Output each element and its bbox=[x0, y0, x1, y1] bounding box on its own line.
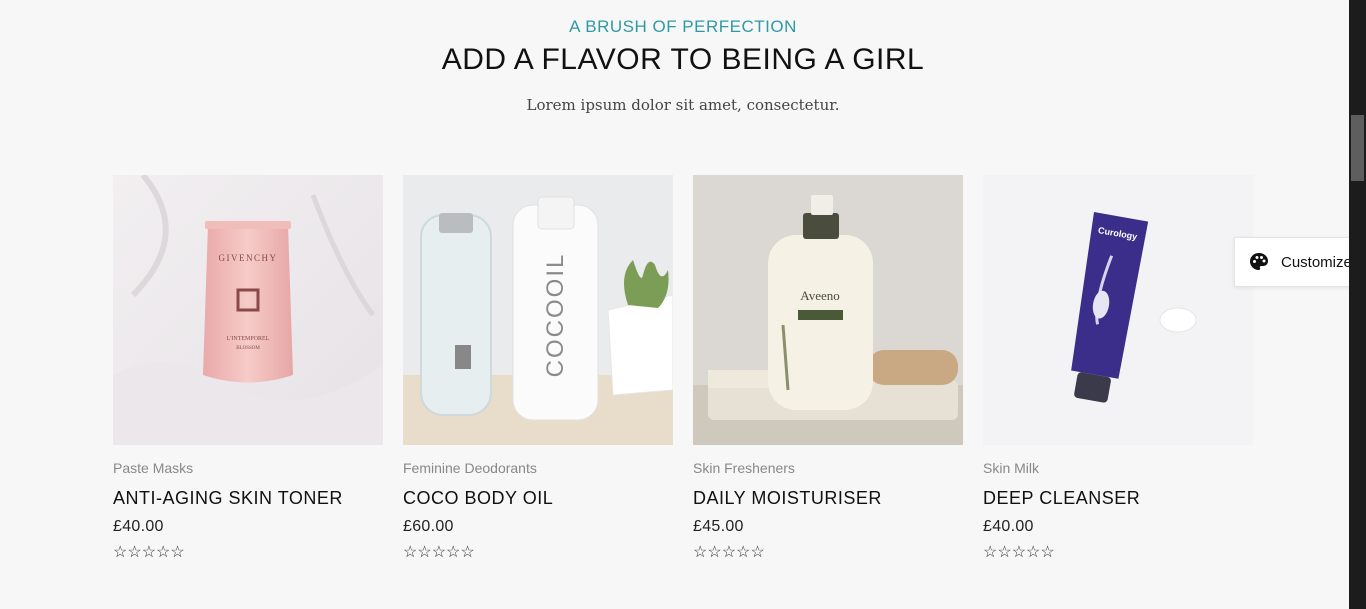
product-card[interactable]: GIVENCHY L'INTEMPOREL BLOSSOM Paste Mask… bbox=[113, 175, 383, 562]
product-title[interactable]: ANTI-AGING SKIN TONER bbox=[113, 488, 383, 509]
product-image[interactable]: GIVENCHY L'INTEMPOREL BLOSSOM bbox=[113, 175, 383, 445]
product-image-brand: Aveeno bbox=[800, 288, 839, 303]
section-heading: ADD A FLAVOR TO BEING A GIRL bbox=[441, 43, 925, 76]
product-title[interactable]: DEEP CLEANSER bbox=[983, 488, 1253, 509]
rating-stars-icon: ☆☆☆☆☆ bbox=[983, 544, 1055, 561]
product-card[interactable]: Aveeno Skin Fresheners DAILY MOISTURISER… bbox=[693, 175, 963, 562]
product-price: £40.00 bbox=[113, 518, 164, 535]
product-category[interactable]: Paste Masks bbox=[113, 460, 383, 476]
product-card[interactable]: Curology Skin Milk DEEP CLEANSER £40.00 … bbox=[983, 175, 1253, 562]
palette-icon bbox=[1250, 253, 1268, 270]
section-subtitle: Lorem ipsum dolor sit amet, consectetur. bbox=[526, 96, 840, 114]
rating-stars-icon: ☆☆☆☆☆ bbox=[113, 544, 185, 561]
scrollbar-thumb[interactable] bbox=[1351, 115, 1364, 181]
product-image-brand: GIVENCHY bbox=[219, 253, 278, 263]
customize-button[interactable]: Customize bbox=[1234, 237, 1366, 287]
section-eyebrow: A BRUSH OF PERFECTION bbox=[569, 17, 797, 36]
page: A BRUSH OF PERFECTION ADD A FLAVOR TO BE… bbox=[0, 0, 1349, 609]
product-title[interactable]: DAILY MOISTURISER bbox=[693, 488, 963, 509]
product-image[interactable]: Curology bbox=[983, 175, 1253, 445]
product-image[interactable]: COCOOIL bbox=[403, 175, 673, 445]
rating-stars-icon: ☆☆☆☆☆ bbox=[693, 544, 765, 561]
product-image-brand: COCOOIL bbox=[542, 253, 569, 378]
svg-text:BLOSSOM: BLOSSOM bbox=[236, 346, 260, 351]
rating-stars-icon: ☆☆☆☆☆ bbox=[403, 544, 475, 561]
product-price: £40.00 bbox=[983, 518, 1034, 535]
scrollbar[interactable] bbox=[1349, 0, 1366, 609]
product-category[interactable]: Skin Fresheners bbox=[693, 460, 963, 476]
customize-label: Customize bbox=[1281, 253, 1352, 271]
product-price: £45.00 bbox=[693, 518, 744, 535]
product-card[interactable]: COCOOIL Feminine Deodorants COCO BODY OI… bbox=[403, 175, 673, 562]
product-category[interactable]: Feminine Deodorants bbox=[403, 460, 673, 476]
product-category[interactable]: Skin Milk bbox=[983, 460, 1253, 476]
svg-text:L'INTEMPOREL: L'INTEMPOREL bbox=[227, 336, 270, 342]
product-price: £60.00 bbox=[403, 518, 454, 535]
product-image[interactable]: Aveeno bbox=[693, 175, 963, 445]
product-title[interactable]: COCO BODY OIL bbox=[403, 488, 673, 509]
